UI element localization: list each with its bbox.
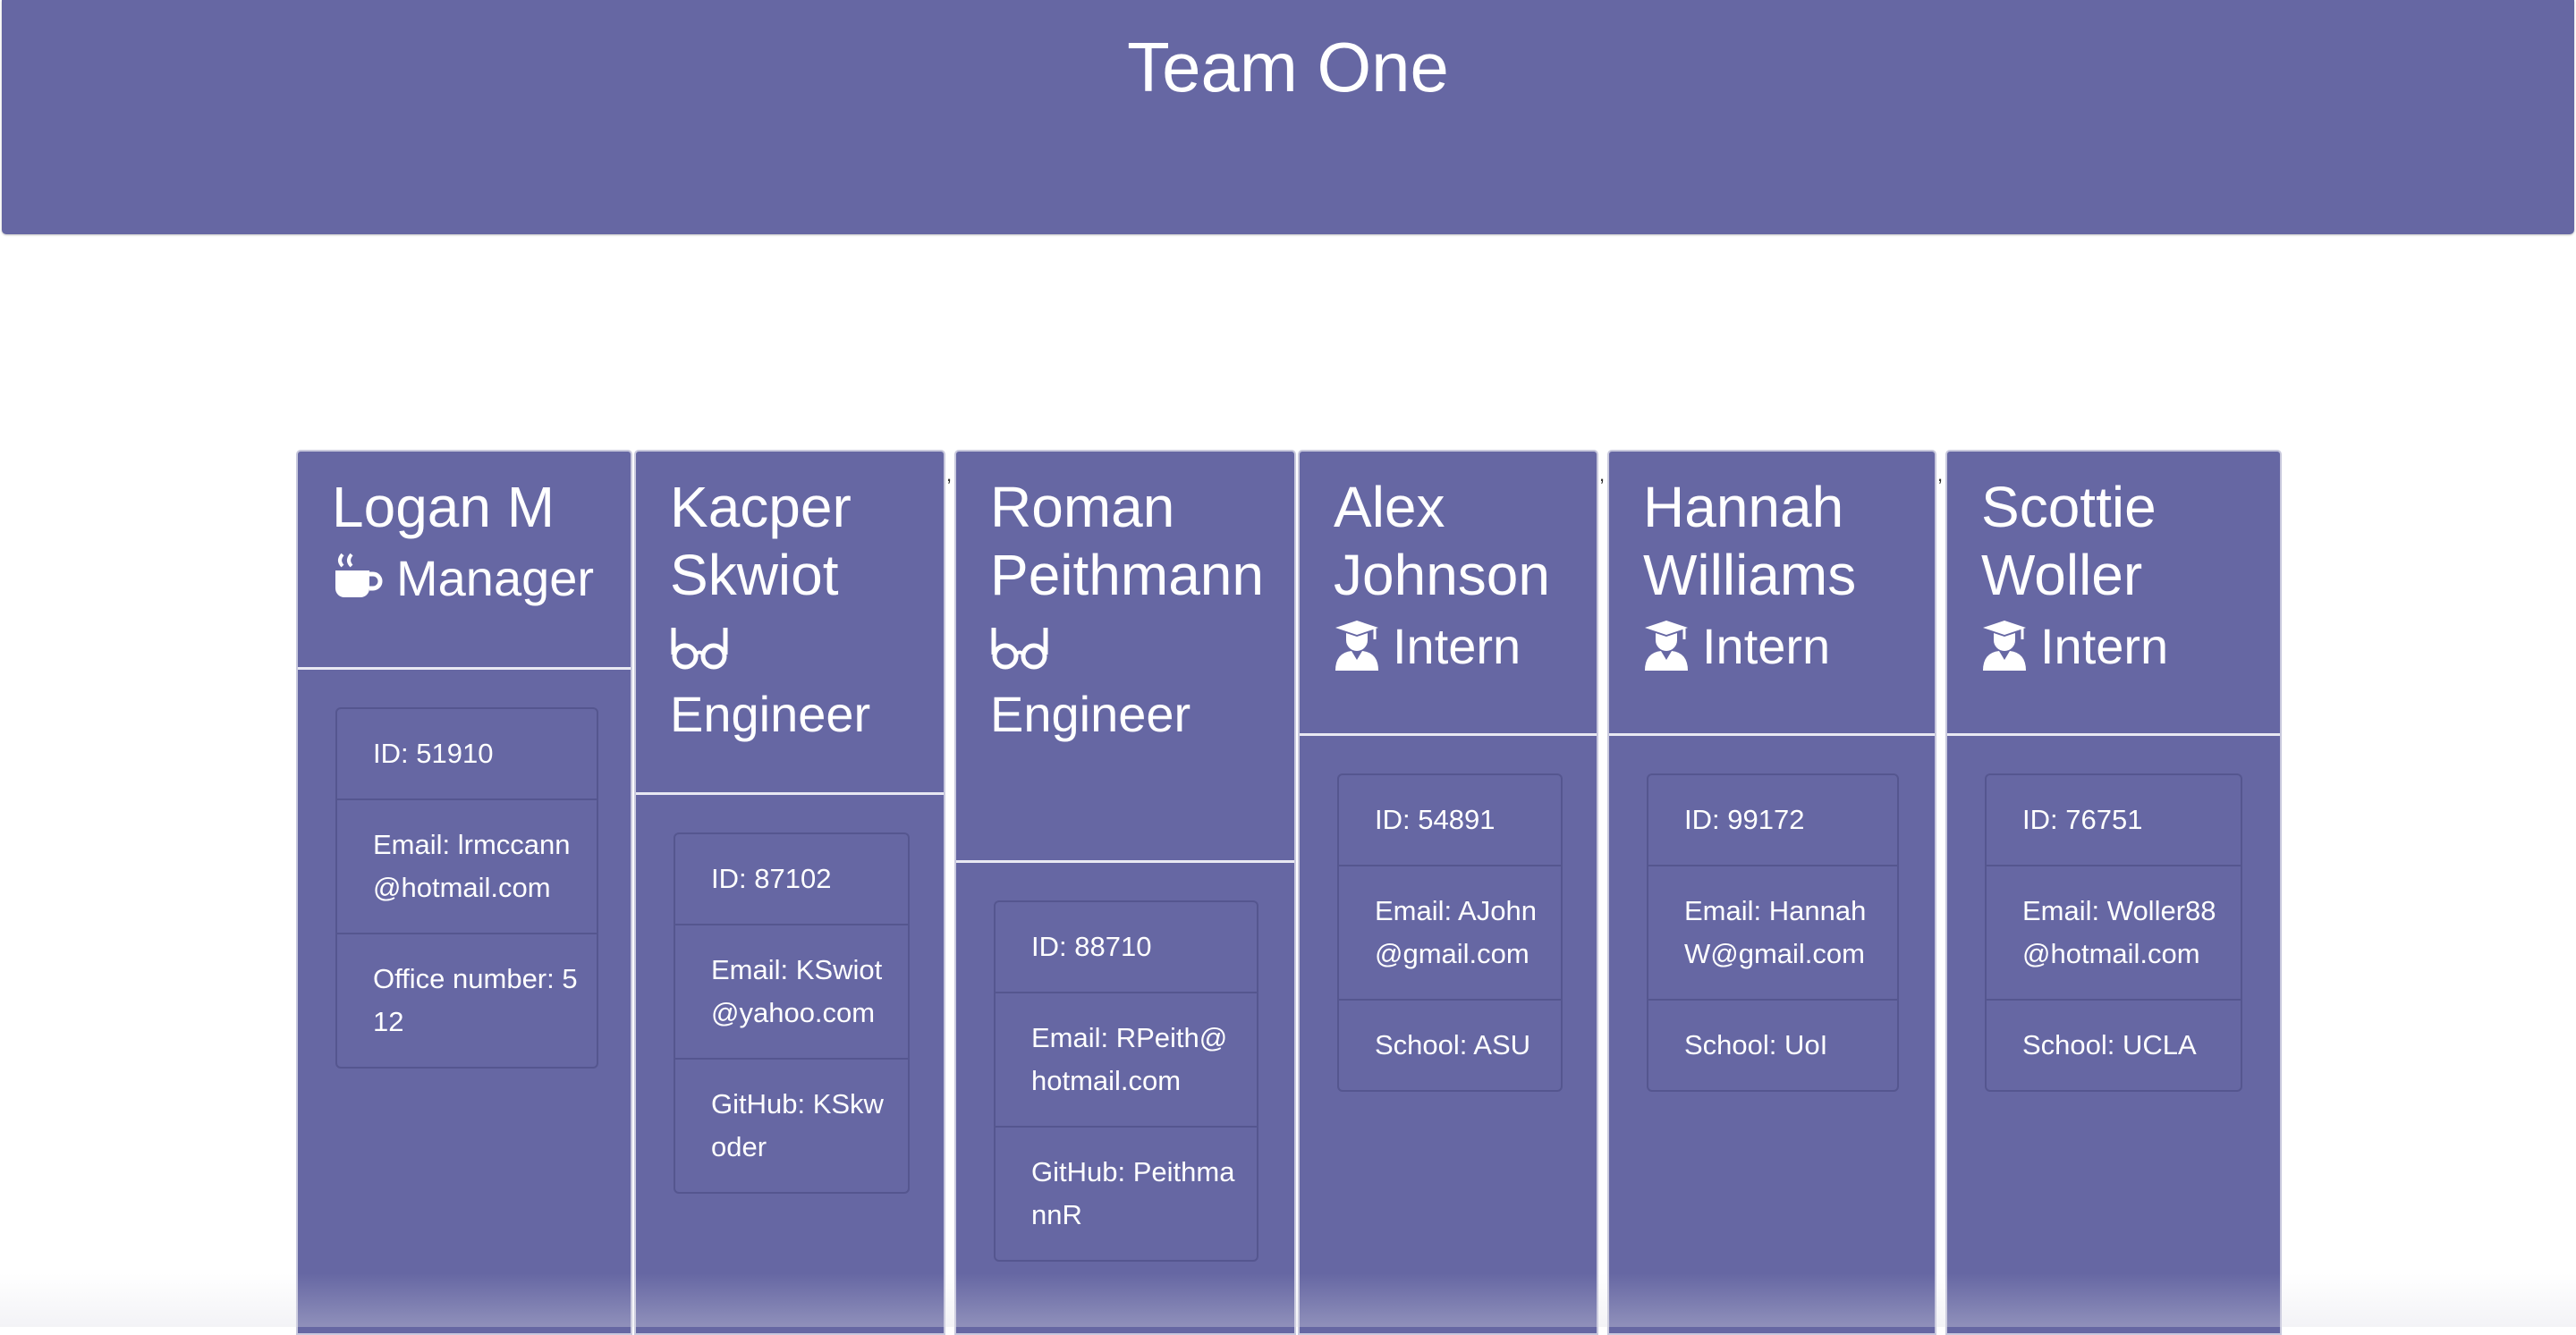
- employee-card-manager: Logan M Manager ID: 51910 Email: lrmccan…: [296, 450, 632, 1335]
- employee-role: Manager: [332, 548, 604, 616]
- employee-card-engineer: Roman Peithmann Engineer ID: 88710 Email…: [954, 450, 1296, 1335]
- card-header: Scottie Woller Intern: [1947, 452, 2280, 736]
- employee-school: School: ASU: [1375, 1029, 1531, 1060]
- role-label: Engineer: [670, 686, 871, 742]
- employee-card-intern: Scottie Woller Intern ID: 76751 Email: W…: [1945, 450, 2282, 1335]
- employee-name: Roman Peithmann: [990, 475, 1264, 607]
- employee-school: School: UoI: [1684, 1029, 1828, 1060]
- employee-school: School: UCLA: [2022, 1029, 2197, 1060]
- employee-name: Kacper Skwiot: [670, 475, 852, 607]
- employee-details-list: ID: 99172 Email: HannahW@gmail.com Schoo…: [1647, 773, 1899, 1092]
- card-header: Hannah Williams Intern: [1609, 452, 1935, 736]
- separator-comma: ,: [946, 463, 953, 486]
- role-label: Engineer: [990, 686, 1191, 742]
- employee-email[interactable]: Email: HannahW@gmail.com: [1648, 866, 1897, 1001]
- page-title: Team One: [1127, 28, 1449, 106]
- employee-details-list: ID: 54891 Email: AJohn@gmail.com School:…: [1337, 773, 1563, 1092]
- employee-name: Scottie Woller: [1981, 475, 2157, 607]
- coffee-mug-icon: [332, 551, 384, 616]
- graduate-icon: [1334, 619, 1380, 684]
- employee-id: ID: 87102: [675, 834, 908, 925]
- page-header: Team One: [2, 0, 2574, 234]
- employee-name: Alex Johnson: [1334, 475, 1550, 607]
- employee-id: ID: 76751: [1987, 775, 2241, 866]
- employee-role: Intern: [1334, 616, 1570, 684]
- graduate-icon: [1981, 619, 2028, 684]
- employee-email[interactable]: Email: Woller88@hotmail.com: [1987, 866, 2241, 1001]
- role-label: Intern: [2040, 618, 2169, 674]
- glasses-icon: [670, 623, 729, 684]
- employee-id: ID: 99172: [1648, 775, 1897, 866]
- employee-name: Hannah Williams: [1643, 475, 1857, 607]
- employee-card-intern: Hannah Williams Intern ID: 99172 Email: …: [1607, 450, 1936, 1335]
- card-header: Logan M Manager: [298, 452, 631, 670]
- employee-email[interactable]: Email: RPeith@hotmail.com: [996, 993, 1257, 1128]
- card-header: Roman Peithmann Engineer: [956, 452, 1294, 863]
- role-label: Intern: [1393, 618, 1521, 674]
- role-label: Intern: [1702, 618, 1831, 674]
- employee-github[interactable]: GitHub: PeithmannR: [996, 1128, 1257, 1260]
- employee-id: ID: 88710: [996, 902, 1257, 993]
- employee-role: Intern: [1643, 616, 1908, 684]
- separator-comma: ,: [1599, 463, 1606, 486]
- employee-details-list: ID: 51910 Email: lrmccann@hotmail.com Of…: [335, 707, 598, 1069]
- employee-card-engineer: Kacper Skwiot Engineer ID: 87102 Email: …: [634, 450, 945, 1335]
- employee-email[interactable]: Email: AJohn@gmail.com: [1339, 866, 1561, 1001]
- employee-id: ID: 54891: [1339, 775, 1561, 866]
- employee-email[interactable]: Email: lrmccann@hotmail.com: [337, 800, 597, 934]
- employee-github[interactable]: GitHub: KSkwoder: [675, 1060, 908, 1192]
- employee-details-list: ID: 76751 Email: Woller88@hotmail.com Sc…: [1985, 773, 2242, 1092]
- card-header: Kacper Skwiot Engineer: [636, 452, 944, 795]
- employee-name: Logan M: [332, 475, 555, 539]
- separator-comma: ,: [1937, 463, 1944, 486]
- employee-office-number: Office number: 512: [373, 963, 578, 1037]
- employee-role: Intern: [1981, 616, 2253, 684]
- employee-card-intern: Alex Johnson Intern ID: 54891 Email: AJo…: [1298, 450, 1598, 1335]
- graduate-icon: [1643, 619, 1690, 684]
- employee-id: ID: 51910: [337, 709, 597, 800]
- employee-role: Engineer: [670, 616, 917, 745]
- card-header: Alex Johnson Intern: [1300, 452, 1597, 736]
- role-label: Manager: [396, 550, 595, 606]
- employee-email[interactable]: Email: KSwiot@yahoo.com: [675, 925, 908, 1060]
- employee-details-list: ID: 87102 Email: KSwiot@yahoo.com GitHub…: [674, 832, 910, 1194]
- glasses-icon: [990, 623, 1049, 684]
- employee-details-list: ID: 88710 Email: RPeith@hotmail.com GitH…: [994, 900, 1258, 1262]
- employee-role: Engineer: [990, 616, 1267, 745]
